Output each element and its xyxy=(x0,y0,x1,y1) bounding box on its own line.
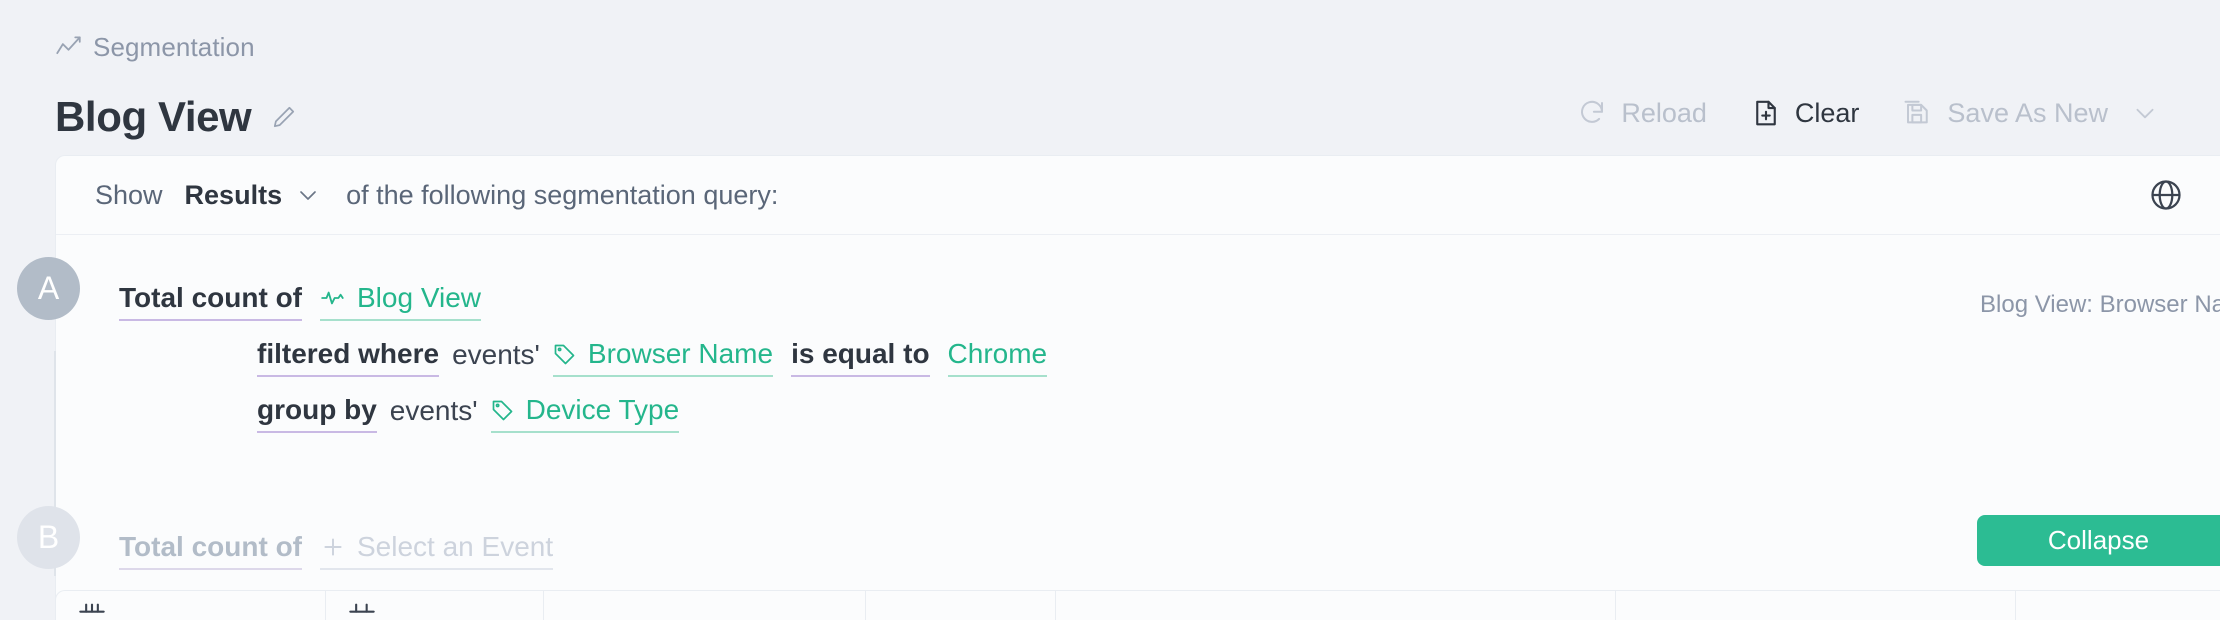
chevron-down-icon xyxy=(2136,108,2154,119)
query-line-event: Total count of Blog View xyxy=(119,273,2220,329)
block-badge-b[interactable]: B xyxy=(17,506,80,569)
filter-property-selector[interactable]: Browser Name xyxy=(552,337,774,377)
table-column-4[interactable] xyxy=(866,591,1056,620)
table-column-2[interactable] xyxy=(326,591,544,620)
series-legend-label: Blog View: Browser Nat xyxy=(1980,291,2220,318)
block-a-body: Total count of Blog View filtered where … xyxy=(56,273,2220,441)
filter-operator-selector[interactable]: is equal to xyxy=(791,338,930,377)
table-column-1[interactable] xyxy=(56,591,326,620)
aggregation-selector-b[interactable]: Total count of xyxy=(119,531,302,570)
groupby-property-selector[interactable]: Device Type xyxy=(490,393,680,433)
page-header: Segmentation Blog View Reload Clear Save… xyxy=(0,0,2220,155)
reload-button[interactable]: Reload xyxy=(1555,92,1729,134)
header-toolbar: Reload Clear Save As New xyxy=(1555,92,2172,138)
block-b-body: Total count of Select an Event xyxy=(56,522,2220,578)
results-select[interactable]: Results xyxy=(185,180,321,211)
aggregation-selector[interactable]: Total count of xyxy=(119,282,302,321)
filter-clause-selector[interactable]: filtered where xyxy=(257,338,440,377)
segmentation-page: Segmentation Blog View Reload Clear Save… xyxy=(0,0,2220,620)
document-plus-icon xyxy=(1756,100,1776,126)
clear-button[interactable]: Clear xyxy=(1729,92,1882,134)
groupby-property-label: Device Type xyxy=(525,393,680,425)
groupby-scope-label: events' xyxy=(389,394,478,426)
event-selector-b-label: Select an Event xyxy=(357,530,554,562)
event-selector-b[interactable]: Select an Event xyxy=(320,530,554,570)
calendar-icon xyxy=(349,603,375,613)
pencil-icon[interactable] xyxy=(271,104,297,130)
event-pulse-icon xyxy=(320,285,346,311)
table-column-6[interactable] xyxy=(1616,591,2016,620)
query-block-a: A Total count of Blog View filtered wher… xyxy=(17,235,2220,490)
plus-icon xyxy=(320,534,346,560)
globe-button[interactable] xyxy=(2148,177,2184,213)
results-select-value: Results xyxy=(184,179,283,210)
groupby-clause-selector[interactable]: group by xyxy=(257,394,377,433)
save-as-new-chevron[interactable] xyxy=(2130,100,2172,126)
query-line-event-b: Total count of Select an Event xyxy=(119,522,2220,578)
event-selector[interactable]: Blog View xyxy=(320,281,482,321)
query-line-filter: filtered where events' Browser Name is e… xyxy=(119,329,2220,385)
reload-icon xyxy=(1581,100,1604,123)
table-column-3[interactable] xyxy=(544,591,866,620)
page-title: Blog View xyxy=(55,93,252,140)
query-blocks: A Total count of Blog View filtered wher… xyxy=(17,235,2220,610)
filter-property-label: Browser Name xyxy=(587,337,774,369)
query-card: Show Results of the following segmentati… xyxy=(17,155,2220,620)
block-badge-a[interactable]: A xyxy=(17,257,80,320)
table-column-5[interactable] xyxy=(1056,591,1616,620)
floppy-save-icon xyxy=(1904,100,1929,124)
collapse-button[interactable]: Collapse xyxy=(1977,515,2220,566)
save-as-new-button[interactable]: Save As New xyxy=(1881,92,2130,134)
title-row: Blog View Reload Clear Save As New xyxy=(55,76,2172,138)
chevron-down-icon xyxy=(300,191,316,200)
title-group: Blog View xyxy=(55,96,297,138)
calendar-icon xyxy=(79,603,105,613)
globe-icon xyxy=(2151,180,2181,210)
show-results-row: Show Results of the following segmentati… xyxy=(56,156,2220,235)
breadcrumb-label: Segmentation xyxy=(93,32,255,62)
breadcrumb[interactable]: Segmentation xyxy=(55,30,2172,64)
query-line-groupby: group by events' Device Type xyxy=(119,385,2220,441)
save-as-new-label: Save As New xyxy=(1947,97,2108,128)
tag-icon xyxy=(553,342,577,366)
filter-value-selector[interactable]: Chrome xyxy=(947,338,1048,377)
filter-scope-label: events' xyxy=(452,338,540,370)
event-selector-label: Blog View xyxy=(357,281,482,313)
show-suffix-label: of the following segmentation query: xyxy=(346,179,779,210)
trend-line-icon xyxy=(56,35,81,54)
clear-label: Clear xyxy=(1794,97,1860,128)
results-table-header xyxy=(55,590,2220,620)
reload-label: Reload xyxy=(1621,97,1707,128)
tag-icon xyxy=(491,398,515,422)
show-label: Show xyxy=(95,179,163,210)
